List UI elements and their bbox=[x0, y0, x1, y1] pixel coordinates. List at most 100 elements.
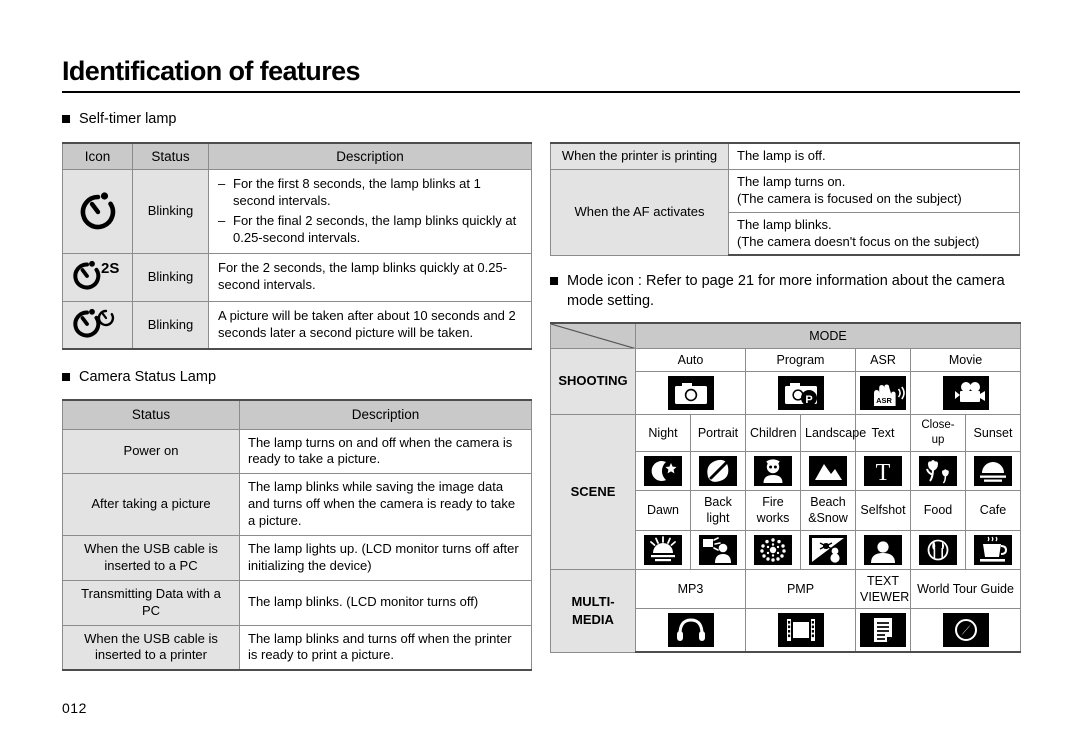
status-after-taking-picture: After taking a picture bbox=[62, 473, 240, 537]
status-after-taking-picture-description: The lamp blinks while saving the image d… bbox=[239, 473, 532, 537]
scene-icon-cell-food bbox=[910, 529, 966, 570]
title-underline bbox=[62, 91, 1020, 93]
status-lamp-heading: Camera Status Lamp bbox=[62, 368, 532, 388]
table-row: After taking a picture The lamp blinks w… bbox=[62, 473, 532, 537]
group-label-shooting-text: SHOOTING bbox=[555, 373, 631, 391]
landscape-mountain-icon bbox=[809, 456, 847, 487]
text-t-icon: T bbox=[864, 456, 902, 487]
scene-icon-cell-landscape bbox=[800, 451, 856, 492]
self-timer-double-description: A picture will be taken after about 10 s… bbox=[208, 300, 532, 351]
page-number: 012 bbox=[62, 700, 87, 716]
bullet-square-icon bbox=[62, 115, 70, 123]
scene-icon-cell-beach-snow bbox=[800, 529, 856, 570]
scene-label-beach-snow: Beach &Snow bbox=[800, 490, 856, 531]
scene-label-portrait: Portrait bbox=[690, 414, 746, 453]
backlight-icon bbox=[699, 534, 737, 565]
self-timer-2s-status: Blinking bbox=[132, 252, 209, 302]
mode-icon-note: Mode icon : Refer to page 21 for more in… bbox=[550, 272, 1020, 311]
scene-icon-cell-selfshot bbox=[855, 529, 911, 570]
mode-header-row: MODE bbox=[550, 321, 1022, 350]
scene-label-back-light: Back light bbox=[690, 490, 746, 531]
self-timer-10s-icon bbox=[75, 187, 121, 231]
scene-icon-cell-sunset bbox=[964, 451, 1022, 492]
bullet-square-icon bbox=[550, 277, 558, 286]
mode-icon-cell-program: P bbox=[745, 371, 856, 416]
movie-camera-icon bbox=[942, 376, 989, 411]
scene-label-food: Food bbox=[910, 490, 966, 531]
svg-text:2S: 2S bbox=[101, 260, 119, 277]
scene-label-sunset: Sunset bbox=[964, 414, 1022, 453]
scene-icon-cell-text: T bbox=[855, 451, 911, 492]
multimedia-icon-cell-text-viewer bbox=[855, 608, 911, 654]
svg-text:ASR: ASR bbox=[876, 396, 892, 405]
af-focused-description: The lamp turns on. (The camera is focuse… bbox=[728, 168, 1020, 213]
mode-header-label: MODE bbox=[634, 321, 1022, 350]
scene-icon-cell-night bbox=[635, 451, 691, 492]
beach-snow-icon bbox=[809, 534, 847, 565]
self-timer-double-icon-cell bbox=[62, 300, 133, 351]
world-tour-guide-compass-icon bbox=[942, 613, 989, 648]
page-header: Identification of features bbox=[62, 58, 1020, 93]
scene-label-close-up: Close-up bbox=[910, 414, 966, 453]
mode-label-movie: Movie bbox=[909, 348, 1022, 373]
group-label-shooting: SHOOTING bbox=[550, 348, 636, 416]
printer-af-table: When the printer is printing The lamp is… bbox=[550, 141, 1020, 257]
group-label-multimedia: MULTI- MEDIA bbox=[550, 568, 636, 653]
status-usb-pc-description: The lamp lights up. (LCD monitor turns o… bbox=[239, 535, 532, 581]
status-lamp-heading-label: Camera Status Lamp bbox=[79, 369, 217, 386]
dash-marker: – bbox=[218, 176, 226, 192]
self-timer-2s-description: For the 2 seconds, the lamp blinks quick… bbox=[208, 252, 532, 302]
mode-icon-cell-asr: ASR bbox=[855, 371, 911, 416]
scene-label-landscape: Landscape bbox=[800, 414, 866, 453]
food-icon bbox=[919, 534, 957, 565]
self-timer-heading-label: Self-timer lamp bbox=[79, 111, 177, 127]
multimedia-label-world-tour-guide: World Tour Guide bbox=[909, 568, 1022, 610]
mode-icon-cell-movie bbox=[909, 371, 1022, 416]
multimedia-label-text-viewer: TEXT VIEWER bbox=[855, 568, 911, 610]
col-header-status: Status bbox=[62, 399, 240, 430]
table-row: Power on The lamp turns on and off when … bbox=[62, 428, 532, 475]
col-header-description: Description bbox=[239, 399, 532, 430]
right-column: When the printer is printing The lamp is… bbox=[550, 141, 1022, 654]
self-timer-10s-icon-cell bbox=[62, 169, 133, 254]
status-power-on-description: The lamp turns on and off when the camer… bbox=[239, 428, 532, 475]
scene-icon-cell-fire-works bbox=[745, 529, 801, 570]
table-row: 2S Blinking For the 2 seconds, the lamp … bbox=[62, 252, 532, 302]
self-timer-10s-desc-item-2: For the final 2 seconds, the lamp blinks… bbox=[233, 212, 517, 245]
scene-label-dawn: Dawn bbox=[635, 490, 691, 531]
col-header-status: Status bbox=[132, 141, 209, 171]
mode-icon-note-label: Mode icon : Refer to page 21 for more in… bbox=[567, 273, 1005, 310]
printer-printing-description: The lamp is off. bbox=[728, 141, 1020, 170]
self-timer-double-icon bbox=[70, 306, 126, 340]
status-usb-printer: When the USB cable is inserted to a prin… bbox=[62, 624, 240, 672]
self-timer-heading: Self-timer lamp bbox=[62, 110, 532, 130]
status-usb-printer-description: The lamp blinks and turns off when the p… bbox=[239, 624, 532, 672]
self-timer-2s-icon-cell: 2S bbox=[62, 252, 133, 302]
status-transmitting-data: Transmitting Data with a PC bbox=[62, 579, 240, 626]
scene-label-children: Children bbox=[745, 414, 801, 453]
mode-label-auto: Auto bbox=[635, 348, 746, 373]
scene-label-row-1: SCENE Night Portrait Children Landscape … bbox=[550, 414, 1022, 570]
col-header-description: Description bbox=[208, 141, 532, 171]
multimedia-icon-cell-world-tour-guide bbox=[909, 608, 1022, 654]
table-row: Blinking – For the first 8 seconds, the … bbox=[62, 169, 532, 254]
mode-icon-cell-auto bbox=[635, 371, 746, 416]
text-viewer-document-icon bbox=[860, 613, 906, 648]
camera-program-icon: P bbox=[777, 376, 824, 411]
scene-label-cafe: Cafe bbox=[964, 490, 1022, 531]
dawn-icon bbox=[644, 534, 682, 565]
table-header-row: Status Description bbox=[62, 399, 532, 430]
cafe-icon bbox=[974, 534, 1012, 565]
col-header-icon: Icon bbox=[62, 141, 133, 171]
group-label-scene-text: SCENE bbox=[555, 483, 631, 501]
fireworks-icon bbox=[754, 534, 792, 565]
table-row: When the USB cable is inserted to a PC T… bbox=[62, 535, 532, 581]
svg-text:P: P bbox=[805, 394, 812, 406]
diagonal-slash-cell bbox=[550, 321, 636, 350]
close-up-tulip-icon bbox=[919, 456, 957, 487]
group-label-multimedia-text: MULTI- MEDIA bbox=[555, 593, 631, 629]
scene-label-night: Night bbox=[635, 414, 691, 453]
asr-hand-icon: ASR bbox=[860, 376, 906, 411]
left-column: Self-timer lamp Icon Status Description bbox=[62, 110, 532, 672]
multimedia-label-row: MULTI- MEDIA MP3 PMP TEXT VIEWER World T… bbox=[550, 568, 1022, 653]
